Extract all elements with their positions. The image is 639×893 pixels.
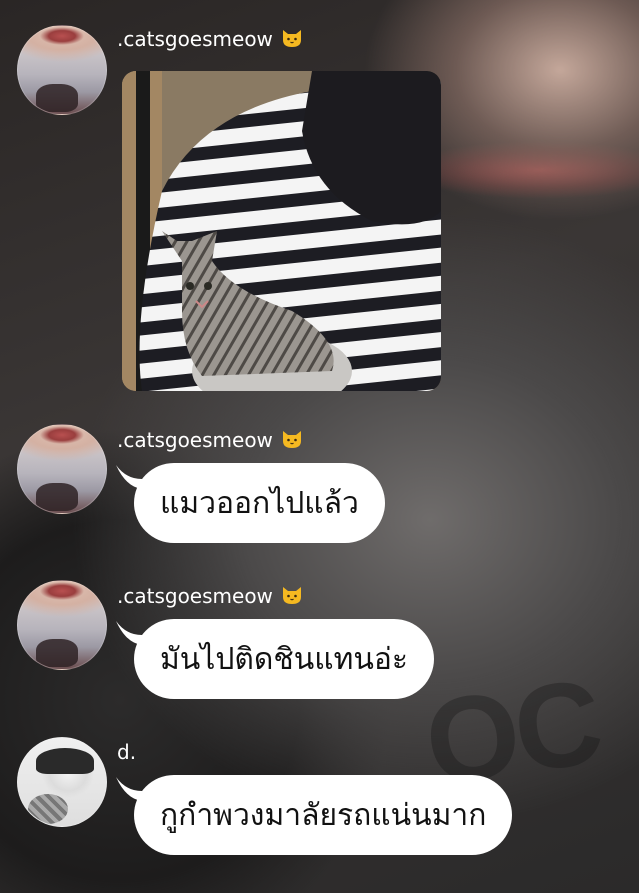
message-bubble[interactable]: กูกำพวงมาลัยรถแน่นมาก <box>134 775 513 855</box>
message-bubble[interactable]: แมวออกไปแล้ว <box>134 463 385 543</box>
username[interactable]: .catsgoesmeow <box>117 584 273 608</box>
username-row: .catsgoesmeow <box>117 26 303 51</box>
username[interactable]: .catsgoesmeow <box>117 428 273 452</box>
username-row: .catsgoesmeow <box>117 583 303 608</box>
username[interactable]: d. <box>117 740 136 764</box>
avatar-d[interactable] <box>17 737 107 827</box>
message-text: กูกำพวงมาลัยรถแน่นมาก <box>160 797 487 833</box>
username-row: d. <box>117 740 136 764</box>
cat-face-icon <box>281 583 303 604</box>
username-row: .catsgoesmeow <box>117 427 303 452</box>
cat-face-icon <box>281 26 303 47</box>
avatar-catsgoesmeow[interactable] <box>17 25 107 115</box>
cat-face-icon <box>281 427 303 448</box>
message-text: มันไปติดชินแทนอ่ะ <box>160 641 408 677</box>
message-text: แมวออกไปแล้ว <box>160 485 359 521</box>
username[interactable]: .catsgoesmeow <box>117 27 273 51</box>
avatar-catsgoesmeow[interactable] <box>17 580 107 670</box>
shared-photo[interactable] <box>122 71 441 391</box>
avatar-catsgoesmeow[interactable] <box>17 424 107 514</box>
message-bubble[interactable]: มันไปติดชินแทนอ่ะ <box>134 619 434 699</box>
